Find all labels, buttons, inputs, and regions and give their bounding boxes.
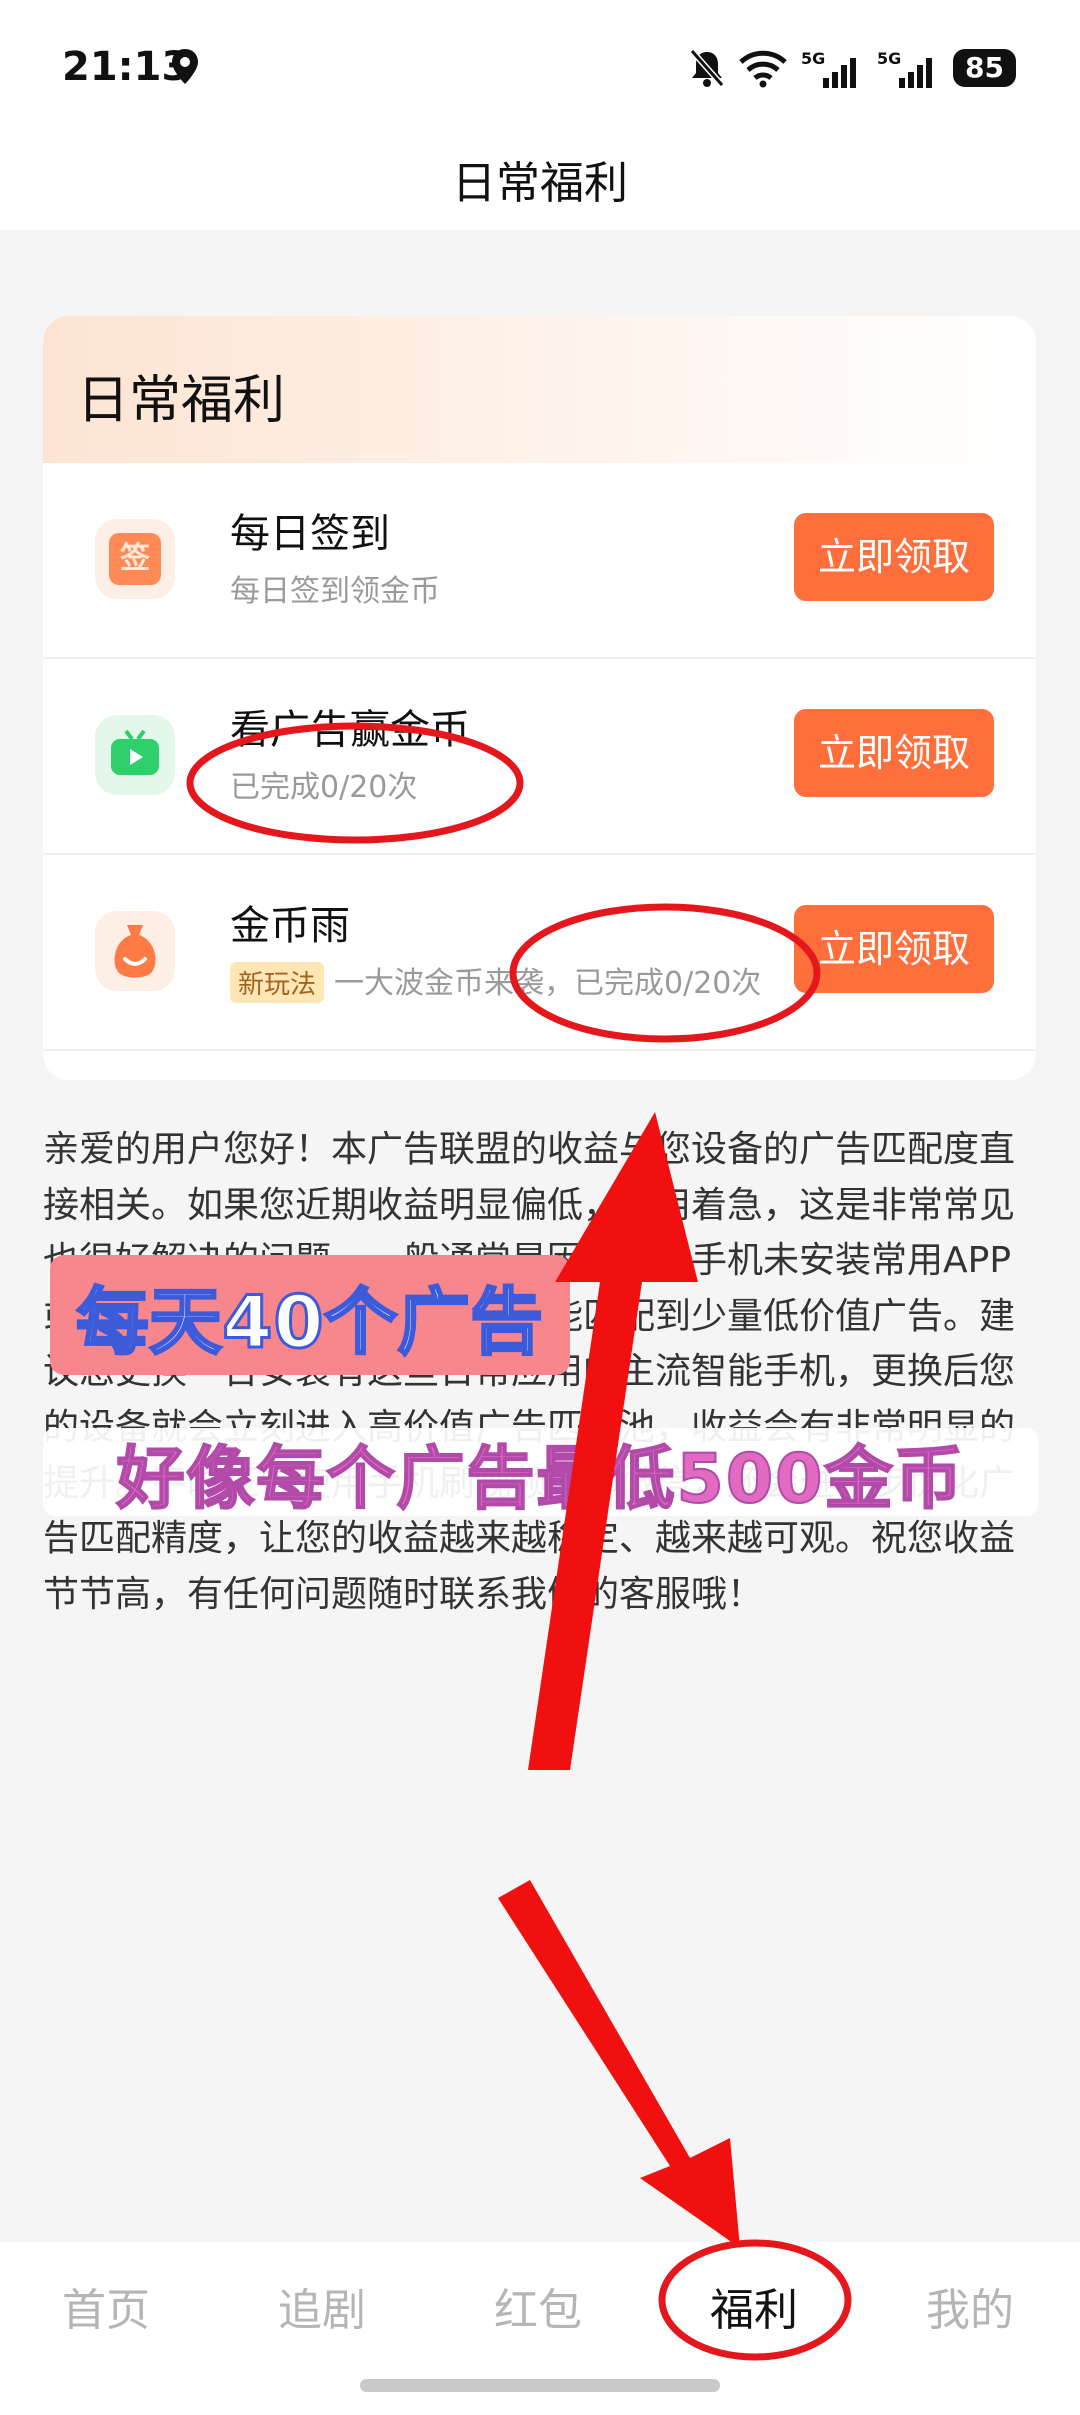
task-name: 看广告赢金币: [230, 707, 470, 753]
task-row-checkin: 签 每日签到 每日签到领金币 立即领取: [43, 463, 1036, 659]
tab-red-packet[interactable]: 红包: [494, 2274, 582, 2338]
battery-indicator: 85: [953, 49, 1016, 87]
task-progress: 已完成0/20次: [230, 770, 418, 805]
caption-text: 好像每个广告最低500金币: [116, 1439, 965, 1520]
home-indicator: [360, 2379, 720, 2392]
tab-drama[interactable]: 追剧: [278, 2274, 366, 2338]
tab-home[interactable]: 首页: [62, 2274, 150, 2338]
tab-mine[interactable]: 我的: [926, 2274, 1014, 2338]
claim-button[interactable]: 立即领取: [794, 513, 994, 601]
task-row-coin-rain: 金币雨 新玩法 一大波金币来袭，已完成0/20次 立即领取: [43, 855, 1036, 1051]
new-play-badge: 新玩法: [230, 962, 325, 1003]
task-desc-row: 新玩法 一大波金币来袭，已完成0/20次: [230, 958, 761, 1003]
mute-bell-icon: [689, 49, 725, 87]
sign-in-icon: 签: [95, 519, 175, 599]
caption-overlay-ads-per-day: 每天40个广告: [50, 1255, 570, 1375]
annotation-arrow-down: [498, 1880, 740, 2248]
svg-text:5G: 5G: [801, 49, 825, 68]
signal-5g-icon-2: 5G: [877, 49, 933, 88]
location-icon: [172, 49, 198, 84]
task-name: 每日签到: [230, 511, 390, 557]
claim-button[interactable]: 立即领取: [794, 709, 994, 797]
caption-overlay-min-coins: 好像每个广告最低500金币: [43, 1428, 1038, 1520]
page-title: 日常福利: [452, 158, 628, 209]
caption-text: 每天40个广告: [75, 1278, 544, 1365]
task-name: 金币雨: [230, 903, 350, 949]
tab-welfare[interactable]: 福利: [710, 2274, 798, 2338]
daily-welfare-card: 日常福利 签 每日签到 每日签到领金币 立即领取 看广告赢金币 已完成0/20次…: [43, 316, 1036, 1080]
task-progress: 一大波金币来袭，已完成0/20次: [334, 966, 762, 1001]
sign-in-icon-glyph: 签: [109, 533, 161, 585]
signal-5g-icon: 5G: [801, 49, 857, 88]
card-header: 日常福利: [43, 316, 1036, 463]
wifi-icon: [739, 50, 787, 88]
task-desc: 每日签到领金币: [230, 574, 440, 609]
page-header: 日常福利: [0, 135, 1080, 230]
card-title: 日常福利: [77, 371, 286, 431]
claim-button[interactable]: 立即领取: [794, 905, 994, 993]
money-bag-icon: [95, 911, 175, 991]
status-bar: 21:13 5G 5G 85: [0, 0, 1080, 135]
tv-play-icon: [95, 715, 175, 795]
task-row-watch-ads: 看广告赢金币 已完成0/20次 立即领取: [43, 659, 1036, 855]
svg-text:5G: 5G: [877, 49, 901, 68]
